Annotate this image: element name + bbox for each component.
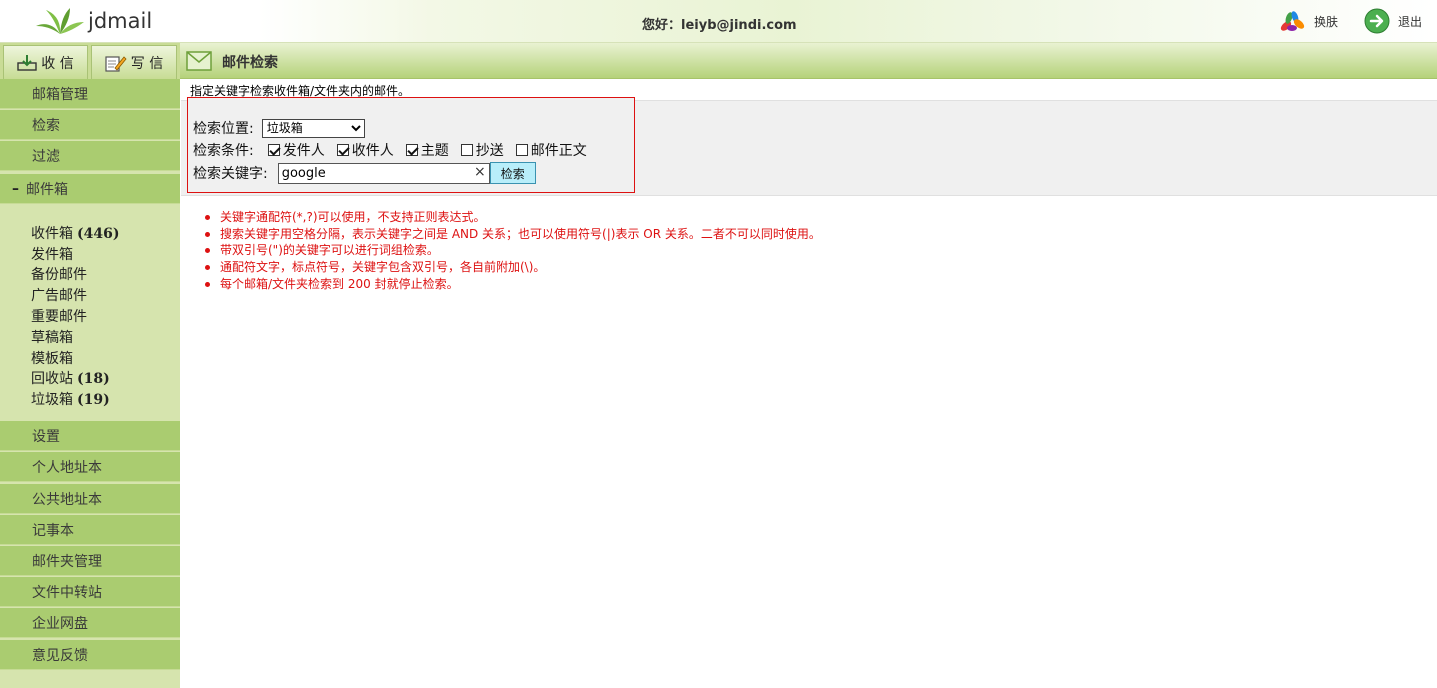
- clear-input-icon[interactable]: ×: [474, 164, 486, 180]
- checkbox-box[interactable]: [460, 144, 473, 156]
- folder-name: 广告邮件: [31, 288, 87, 304]
- brand-name: jdmail: [88, 9, 153, 33]
- sidebar-item-file-transfer[interactable]: 文件中转站: [0, 577, 180, 607]
- folder-name: 收件箱: [31, 226, 73, 242]
- change-skin-button[interactable]: 换肤: [1278, 8, 1338, 34]
- search-button[interactable]: 检索: [489, 162, 536, 184]
- sidebar-item-public-addressbook[interactable]: 公共地址本: [0, 484, 180, 514]
- sidebar-item-settings[interactable]: 设置: [0, 421, 180, 451]
- checkbox-label: 邮件正文: [530, 143, 587, 159]
- sidebar-item-filter[interactable]: 过滤: [0, 141, 180, 171]
- condition-subject-checkbox[interactable]: 主题: [405, 140, 449, 160]
- keyword-input[interactable]: [278, 163, 469, 183]
- folder-count: (446): [77, 226, 120, 242]
- header-bar: jdmail 您好：leiyb@jindi.com 换肤 退出: [0, 0, 1437, 43]
- search-location-select[interactable]: 垃圾箱: [261, 118, 365, 138]
- folder-templates[interactable]: 模板箱: [31, 348, 73, 368]
- search-location-label: 检索位置:: [193, 121, 254, 137]
- folder-inbox[interactable]: 收件箱 (446): [31, 223, 119, 243]
- folder-drafts[interactable]: 草稿箱: [31, 327, 73, 347]
- compose-pencil-icon: [105, 55, 127, 72]
- checkbox-label: 发件人: [282, 143, 325, 159]
- search-condition-label: 检索条件:: [193, 143, 254, 159]
- download-inbox-icon: [17, 54, 37, 71]
- sidebar: 邮箱管理 检索 过滤 – 邮件箱 收件箱 (446) 发件箱 备份邮件 广告邮件 …: [0, 79, 180, 688]
- folder-recycle[interactable]: 回收站 (18): [31, 368, 110, 388]
- condition-sender-checkbox[interactable]: 发件人: [267, 140, 325, 160]
- greeting-label: 您好：: [642, 18, 682, 33]
- condition-recipient-checkbox[interactable]: 收件人: [336, 140, 394, 160]
- checkbox-label: 抄送: [475, 143, 504, 159]
- collapse-icon: –: [12, 180, 19, 197]
- folder-ads[interactable]: 广告邮件: [31, 285, 87, 305]
- user-email: leiyb@jindi.com: [681, 18, 797, 33]
- sidebar-item-search[interactable]: 检索: [0, 110, 180, 140]
- list-item: 通配符文字，标点符号，关键字包含双引号，各自前附加(\)。: [204, 259, 821, 276]
- search-keyword-row: 检索关键字: × 检索: [193, 162, 536, 184]
- sidebar-item-notebook[interactable]: 记事本: [0, 515, 180, 545]
- receive-mail-label: 收 信: [41, 55, 74, 72]
- list-item: 带双引号(")的关键字可以进行词组检索。: [204, 242, 821, 259]
- change-skin-label: 换肤: [1314, 14, 1339, 29]
- checkbox-label: 主题: [420, 143, 449, 159]
- folder-count: (19): [77, 392, 110, 408]
- folder-important[interactable]: 重要邮件: [31, 306, 87, 326]
- action-toolbar: 收 信 写 信: [0, 43, 180, 79]
- logo[interactable]: jdmail: [34, 6, 152, 36]
- checkbox-box[interactable]: [267, 144, 280, 156]
- checkbox-box[interactable]: [405, 144, 418, 156]
- search-condition-row: 检索条件: 发件人 收件人 主题 抄送 邮件正文: [193, 140, 599, 160]
- palette-icon: [1280, 11, 1305, 31]
- checkbox-label: 收件人: [351, 143, 394, 159]
- condition-body-checkbox[interactable]: 邮件正文: [515, 140, 587, 160]
- checkbox-box[interactable]: [515, 144, 528, 156]
- search-keyword-label: 检索关键字:: [193, 166, 268, 182]
- sidebar-item-cloud-disk[interactable]: 企业网盘: [0, 608, 180, 638]
- search-form: 检索位置: 垃圾箱 检索条件: 发件人 收件人 主题 抄送 邮件正文 检索关键字…: [187, 97, 635, 193]
- folder-count: (18): [77, 371, 110, 387]
- page-title: 邮件检索: [222, 55, 278, 71]
- folder-name: 垃圾箱: [31, 392, 73, 408]
- user-greeting: 您好：leiyb@jindi.com: [642, 14, 797, 33]
- list-item: 关键字通配符(*,?)可以使用，不支持正则表达式。: [204, 209, 821, 226]
- condition-cc-checkbox[interactable]: 抄送: [460, 140, 504, 160]
- logout-label: 退出: [1398, 14, 1423, 29]
- folder-outbox[interactable]: 发件箱: [31, 244, 73, 264]
- list-item: 每个邮箱/文件夹检索到 200 封就停止检索。: [204, 276, 821, 293]
- search-location-row: 检索位置: 垃圾箱: [193, 118, 365, 138]
- sidebar-item-label: 邮件箱: [26, 181, 68, 198]
- list-item: 搜索关键字用空格分隔，表示关键字之间是 AND 关系；也可以使用符号(|)表示 …: [204, 226, 821, 243]
- sidebar-item-personal-addressbook[interactable]: 个人地址本: [0, 452, 180, 482]
- leaf-logo-icon: [36, 8, 84, 34]
- sidebar-item-folder-management[interactable]: 邮件夹管理: [0, 546, 180, 576]
- checkbox-box[interactable]: [336, 144, 349, 156]
- logout-button[interactable]: 退出: [1364, 8, 1422, 34]
- folder-name: 发件箱: [31, 247, 73, 263]
- write-mail-label: 写 信: [130, 55, 164, 72]
- sidebar-item-mailboxes[interactable]: – 邮件箱: [0, 174, 180, 204]
- folder-name: 备份邮件: [31, 267, 87, 283]
- page-title-bar: 邮件检索: [180, 43, 1437, 79]
- envelope-icon: [186, 51, 212, 71]
- keyword-input-wrapper: ×: [277, 162, 490, 184]
- search-tips-list: 关键字通配符(*,?)可以使用，不支持正则表达式。 搜索关键字用空格分隔，表示关…: [204, 209, 821, 293]
- sidebar-item-feedback[interactable]: 意见反馈: [0, 640, 180, 670]
- folder-junk[interactable]: 垃圾箱 (19): [31, 389, 110, 409]
- sidebar-item-mailbox-management[interactable]: 邮箱管理: [0, 79, 180, 109]
- folder-name: 模板箱: [31, 351, 73, 367]
- folder-name: 重要邮件: [31, 309, 87, 325]
- folder-backup[interactable]: 备份邮件: [31, 264, 87, 284]
- arrow-right-circle-icon: [1364, 8, 1390, 34]
- write-mail-button[interactable]: 写 信: [91, 45, 177, 79]
- folder-name: 草稿箱: [31, 330, 73, 346]
- folder-name: 回收站: [31, 371, 73, 387]
- receive-mail-button[interactable]: 收 信: [3, 45, 88, 79]
